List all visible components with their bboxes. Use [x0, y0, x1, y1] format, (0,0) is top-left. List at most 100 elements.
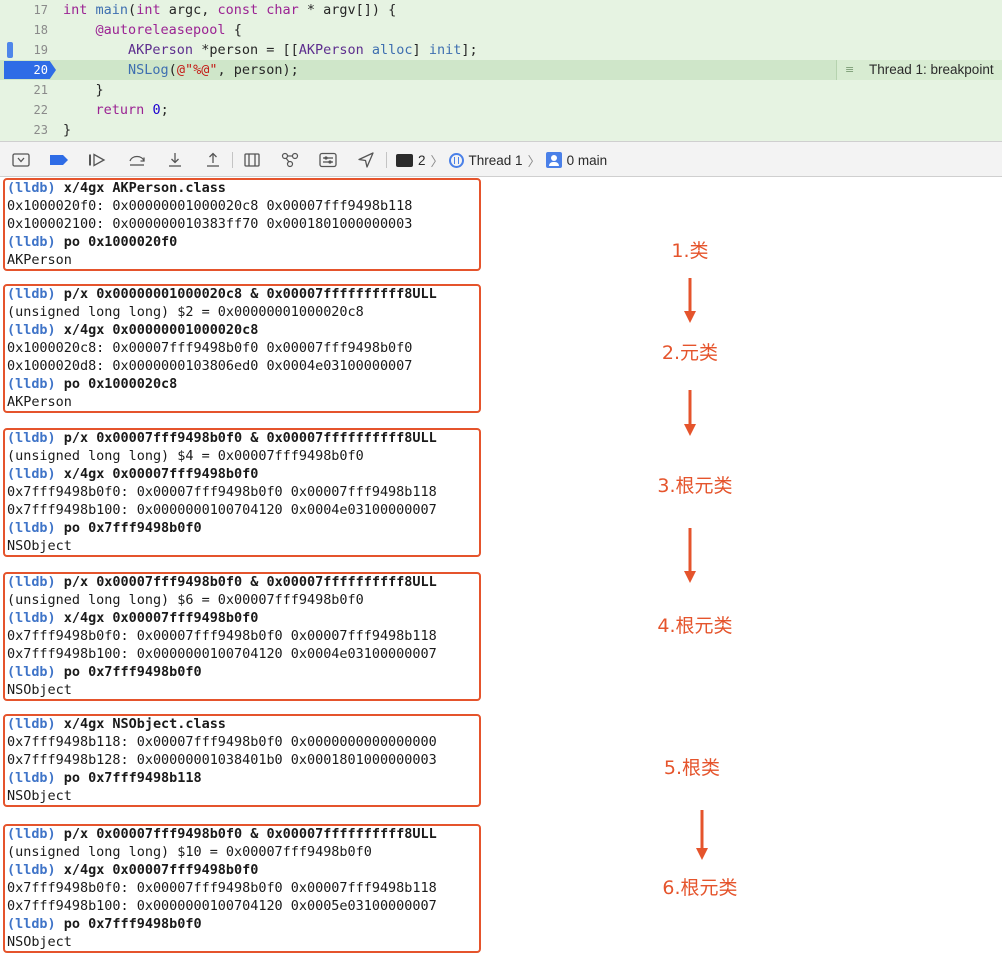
- separator: [386, 152, 387, 168]
- console-text: po 0x7fff9498b0f0: [55, 520, 202, 536]
- lldb-command: (lldb) x/4gx 0x00007fff9498b0f0: [7, 465, 258, 483]
- console-text: (unsigned long long) $10 = 0x00007fff949…: [7, 844, 372, 860]
- lldb-console[interactable]: (lldb) x/4gx AKPerson.class 0x1000020f0: …: [0, 178, 1002, 960]
- lldb-output: (unsigned long long) $10 = 0x00007fff949…: [7, 843, 372, 861]
- lldb-prompt: (lldb): [7, 574, 56, 590]
- code-token: @"%@": [176, 62, 218, 78]
- highlighted-output-block: (lldb) p/x 0x00007fff9498b0f0 & 0x00007f…: [3, 428, 481, 557]
- console-text: NSObject: [7, 934, 72, 950]
- down-arrow-icon: [696, 810, 708, 860]
- highlighted-output-block: (lldb) p/x 0x00007fff9498b0f0 & 0x00007f…: [3, 824, 481, 953]
- code-token: AKPerson: [128, 42, 194, 58]
- code-text: AKPerson *person = [[AKPerson alloc] ini…: [63, 40, 478, 60]
- code-text: int main(int argc, const char * argv[]) …: [63, 0, 396, 20]
- lldb-output: 0x7fff9498b118: 0x00007fff9498b0f0 0x000…: [7, 733, 437, 751]
- lldb-command: (lldb) x/4gx AKPerson.class: [7, 179, 226, 197]
- source-editor[interactable]: 17 int main(int argc, const char * argv[]…: [0, 0, 1002, 141]
- chevron-right-icon: 〉: [430, 153, 444, 169]
- lldb-command: (lldb) x/4gx 0x00007fff9498b0f0: [7, 861, 258, 879]
- continue-icon[interactable]: [85, 149, 109, 171]
- code-token: int: [136, 2, 161, 18]
- code-token: argc,: [160, 2, 218, 18]
- breakpoints-toggle-icon[interactable]: [47, 149, 71, 171]
- highlighted-output-block: (lldb) x/4gx AKPerson.class 0x1000020f0: …: [3, 178, 481, 271]
- simulate-location-icon[interactable]: [354, 149, 378, 171]
- lldb-output: AKPerson: [7, 251, 72, 269]
- view-debugger-icon[interactable]: [240, 149, 264, 171]
- console-text: p/x 0x00007fff9498b0f0 & 0x00007ffffffff…: [55, 430, 437, 446]
- memory-graph-icon[interactable]: [278, 149, 302, 171]
- lldb-output: NSObject: [7, 537, 72, 555]
- debug-bar: 2 〉 Thread 1 〉 0 main: [0, 141, 1002, 177]
- line-number: 20: [33, 63, 48, 77]
- console-text: (unsigned long long) $2 = 0x000000010000…: [7, 304, 364, 320]
- code-token: return: [95, 102, 145, 118]
- console-text: NSObject: [7, 788, 72, 804]
- code-line[interactable]: 23}: [0, 120, 1002, 140]
- step-out-icon[interactable]: [201, 149, 225, 171]
- code-token: 0: [152, 102, 161, 118]
- thread-label[interactable]: Thread 1: [469, 153, 523, 168]
- code-token: (: [128, 2, 137, 18]
- lldb-output: (unsigned long long) $6 = 0x00007fff9498…: [7, 591, 364, 609]
- process-id[interactable]: 2: [418, 153, 426, 168]
- console-text: NSObject: [7, 538, 72, 554]
- line-number: 19: [33, 43, 48, 57]
- code-line[interactable]: 20 NSLog(@"%@", person); ≡ Thread 1: break…: [0, 60, 1002, 80]
- code-token: ];: [461, 42, 478, 58]
- code-token: NSLog: [128, 62, 169, 78]
- code-text: }: [63, 120, 71, 140]
- step-label: 6.根元类: [662, 877, 738, 899]
- step-into-icon[interactable]: [163, 149, 187, 171]
- lldb-prompt: (lldb): [7, 916, 56, 932]
- environment-overrides-icon[interactable]: [316, 149, 340, 171]
- line-number: 21: [33, 83, 48, 97]
- lldb-command: (lldb) p/x 0x00007fff9498b0f0 & 0x00007f…: [7, 825, 437, 843]
- thread-breakpoint-annotation[interactable]: ≡ Thread 1: breakpoint: [836, 60, 1002, 80]
- line-number: 23: [33, 123, 48, 137]
- lldb-prompt: (lldb): [7, 664, 56, 680]
- lldb-output: 0x7fff9498b100: 0x0000000100704120 0x000…: [7, 501, 437, 519]
- highlighted-output-block: (lldb) p/x 0x00000001000020c8 & 0x00007f…: [3, 284, 481, 413]
- lldb-output: 0x7fff9498b0f0: 0x00007fff9498b0f0 0x000…: [7, 627, 437, 645]
- code-line[interactable]: 22 return 0;: [0, 100, 1002, 120]
- code-line[interactable]: 17 int main(int argc, const char * argv[]…: [0, 0, 1002, 20]
- step-over-icon[interactable]: [125, 149, 149, 171]
- lldb-prompt: (lldb): [7, 862, 56, 878]
- lldb-output: NSObject: [7, 681, 72, 699]
- lldb-command: (lldb) po 0x1000020f0: [7, 233, 177, 251]
- step-label: 4.根元类: [657, 615, 733, 637]
- line-number: 22: [33, 103, 48, 117]
- lldb-command: (lldb) p/x 0x00000001000020c8 & 0x00007f…: [7, 285, 437, 303]
- lldb-output: 0x7fff9498b100: 0x0000000100704120 0x000…: [7, 645, 437, 663]
- code-text: NSLog(@"%@", person);: [63, 60, 299, 80]
- lldb-command: (lldb) po 0x7fff9498b0f0: [7, 663, 202, 681]
- frame-label[interactable]: 0 main: [567, 153, 608, 168]
- down-arrow-icon: [684, 390, 696, 436]
- console-text: po 0x1000020c8: [55, 376, 178, 392]
- console-text: 0x7fff9498b100: 0x0000000100704120 0x000…: [7, 502, 437, 518]
- console-text: (unsigned long long) $4 = 0x00007fff9498…: [7, 448, 364, 464]
- lldb-command: (lldb) p/x 0x00007fff9498b0f0 & 0x00007f…: [7, 573, 437, 591]
- console-text: x/4gx 0x00007fff9498b0f0: [55, 466, 259, 482]
- code-line[interactable]: 21 }: [0, 80, 1002, 100]
- stack-frame-icon: [545, 152, 562, 168]
- console-text: 0x7fff9498b0f0: 0x00007fff9498b0f0 0x000…: [7, 484, 437, 500]
- code-line[interactable]: 19 AKPerson *person = [[AKPerson alloc] …: [0, 40, 1002, 60]
- step-label: 5.根类: [663, 757, 721, 779]
- lldb-output: NSObject: [7, 933, 72, 951]
- annotation-lines-icon: ≡: [845, 63, 855, 76]
- debug-breadcrumb: 2 〉 Thread 1 〉 0 main: [396, 142, 607, 178]
- toggle-console-icon[interactable]: [9, 149, 33, 171]
- console-text: 0x1000020d8: 0x0000000103806ed0 0x0004e0…: [7, 358, 413, 374]
- console-text: (unsigned long long) $6 = 0x00007fff9498…: [7, 592, 364, 608]
- code-line[interactable]: 18 @autoreleasepool {: [0, 20, 1002, 40]
- lldb-prompt: (lldb): [7, 826, 56, 842]
- lldb-prompt: (lldb): [7, 610, 56, 626]
- lldb-command: (lldb) x/4gx NSObject.class: [7, 715, 226, 733]
- console-text: p/x 0x00007fff9498b0f0 & 0x00007ffffffff…: [55, 574, 437, 590]
